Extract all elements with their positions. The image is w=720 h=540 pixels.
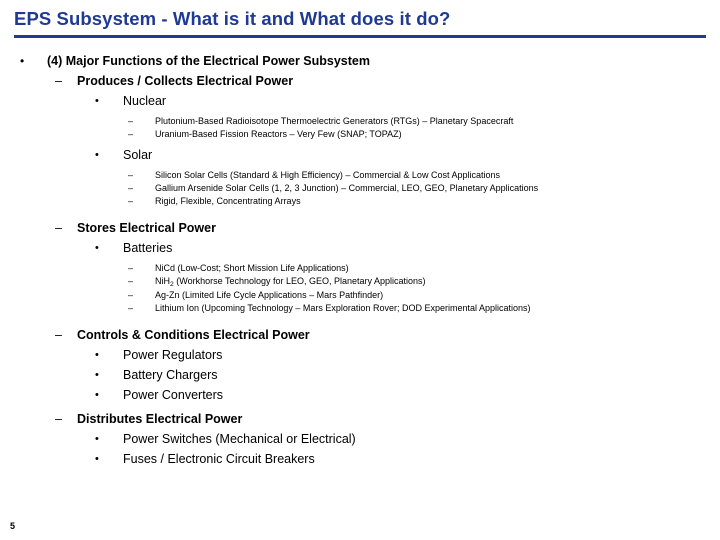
bullet-dash-icon: – <box>55 221 62 235</box>
bullet-dash-icon: – <box>128 116 134 126</box>
outline-text: Lithium Ion (Upcoming Technology – Mars … <box>155 303 531 313</box>
outline-text: Rigid, Flexible, Concentrating Arrays <box>155 196 301 206</box>
outline-text: Stores Electrical Power <box>77 221 216 235</box>
outline-text: Nuclear <box>123 94 167 108</box>
bullet-dash-icon: – <box>128 170 134 180</box>
outline-text: Fuses / Electronic Circuit Breakers <box>123 452 315 466</box>
bullet-dot-icon: • <box>95 95 99 107</box>
outline-item-level4: – Uranium-Based Fission Reactors – Very … <box>128 128 720 141</box>
bullet-dot-icon: • <box>95 433 99 445</box>
outline-text: (4) Major Functions of the Electrical Po… <box>47 54 370 68</box>
outline-item-level3: • Power Regulators <box>95 345 720 365</box>
outline-text: Power Regulators <box>123 348 223 362</box>
outline-item-level3: • Battery Chargers <box>95 365 720 385</box>
bullet-dot-icon: • <box>95 369 99 381</box>
title-divider <box>14 35 706 38</box>
bullet-dot-icon: • <box>95 149 99 161</box>
outline-text: Gallium Arsenide Solar Cells (1, 2, 3 Ju… <box>155 183 539 193</box>
outline-item-level4: – Lithium Ion (Upcoming Technology – Mar… <box>128 302 720 315</box>
outline-item-level3: • Batteries <box>95 238 720 258</box>
outline-item-level4: – NiCd (Low-Cost; Short Mission Life App… <box>128 262 720 275</box>
bullet-dash-icon: – <box>128 276 134 286</box>
outline-item-level1: • (4) Major Functions of the Electrical … <box>20 52 720 71</box>
outline-text: Produces / Collects Electrical Power <box>77 74 294 88</box>
bullet-dot-icon: • <box>95 349 99 361</box>
bullet-dot-icon: • <box>95 242 99 254</box>
outline-item-level4: – Gallium Arsenide Solar Cells (1, 2, 3 … <box>128 182 720 195</box>
outline-item-level2: – Produces / Collects Electrical Power <box>55 71 720 91</box>
outline-item-level4: – Plutonium-Based Radioisotope Thermoele… <box>128 115 720 128</box>
outline-text: NiCd (Low-Cost; Short Mission Life Appli… <box>155 263 349 273</box>
outline-text: Silicon Solar Cells (Standard & High Eff… <box>155 170 500 180</box>
outline-item-level3: • Power Converters <box>95 385 720 405</box>
outline-text: Solar <box>123 148 153 162</box>
outline-item-level3: • Fuses / Electronic Circuit Breakers <box>95 449 720 469</box>
outline-text: Distributes Electrical Power <box>77 412 243 426</box>
outline-item-level4: – Ag-Zn (Limited Life Cycle Applications… <box>128 289 720 302</box>
outline-text: Controls & Conditions Electrical Power <box>77 328 310 342</box>
outline-item-level4: – NiH2 (Workhorse Technology for LEO, GE… <box>128 275 720 289</box>
bullet-dash-icon: – <box>128 129 134 139</box>
bullet-dot-icon: • <box>95 389 99 401</box>
bullet-dash-icon: – <box>128 303 134 313</box>
outline-text: Batteries <box>123 241 173 255</box>
bullet-dot-icon: • <box>95 453 99 465</box>
bullet-dash-icon: – <box>128 290 134 300</box>
bullet-dash-icon: – <box>55 328 62 342</box>
bullet-dash-icon: – <box>128 183 134 193</box>
bullet-dash-icon: – <box>128 196 134 206</box>
outline-text: Power Converters <box>123 388 224 402</box>
bullet-dash-icon: – <box>128 263 134 273</box>
page-number: 5 <box>10 521 16 531</box>
outline-item-level3: • Nuclear <box>95 91 720 111</box>
outline-item-level3: • Solar <box>95 145 720 165</box>
bullet-dot-icon: • <box>20 54 25 68</box>
outline-item-level2: – Controls & Conditions Electrical Power <box>55 325 720 345</box>
outline-item-level2: – Distributes Electrical Power <box>55 409 720 429</box>
bullet-dash-icon: – <box>55 412 62 426</box>
slide: EPS Subsystem - What is it and What does… <box>0 0 720 540</box>
outline-item-level4: – Silicon Solar Cells (Standard & High E… <box>128 169 720 182</box>
outline-item-level4: – Rigid, Flexible, Concentrating Arrays <box>128 195 720 208</box>
outline-text: Plutonium-Based Radioisotope Thermoelect… <box>155 116 514 126</box>
outline-item-level2: – Stores Electrical Power <box>55 218 720 238</box>
outline-text: Uranium-Based Fission Reactors – Very Fe… <box>155 129 402 139</box>
outline-text: Power Switches (Mechanical or Electrical… <box>123 432 356 446</box>
outline-text: NiH2 (Workhorse Technology for LEO, GEO,… <box>155 276 426 288</box>
bullet-dash-icon: – <box>55 74 62 88</box>
outline-text: Battery Chargers <box>123 368 218 382</box>
outline-text: Ag-Zn (Limited Life Cycle Applications –… <box>155 290 384 300</box>
page-title: EPS Subsystem - What is it and What does… <box>14 8 451 29</box>
outline-item-level3: • Power Switches (Mechanical or Electric… <box>95 429 720 449</box>
slide-body: • (4) Major Functions of the Electrical … <box>0 52 720 469</box>
